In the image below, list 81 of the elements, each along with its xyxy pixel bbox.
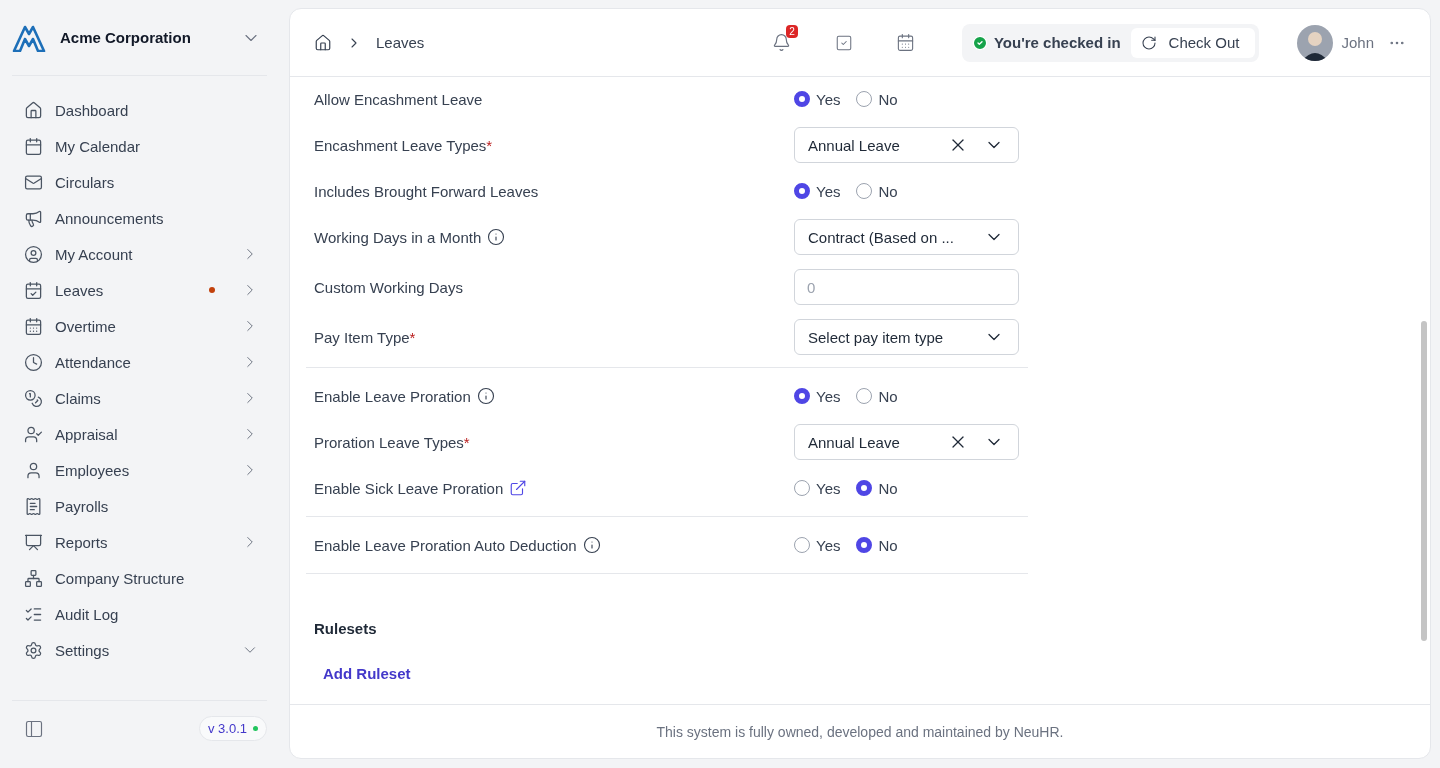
sidebar-item[interactable]: Overtime [12, 308, 267, 344]
version-badge: v 3.0.1 [198, 716, 267, 741]
sidebar-item[interactable]: Company Structure [12, 560, 267, 596]
radio-option[interactable]: No [856, 479, 898, 497]
radio-option[interactable]: No [856, 536, 898, 554]
sidebar-item[interactable]: Audit Log [12, 596, 267, 632]
network-icon [24, 568, 43, 588]
status-dot [253, 726, 258, 731]
presentation-icon [24, 532, 43, 552]
radio-option[interactable]: No [856, 90, 898, 108]
radio-option[interactable]: Yes [794, 479, 841, 497]
sidebar-item[interactable]: Attendance [12, 344, 267, 380]
breadcrumb-item[interactable]: Leaves [376, 34, 740, 51]
sidebar-item[interactable]: Claims [12, 380, 267, 416]
settings-icon [24, 640, 43, 660]
sidebar-toggle-icon[interactable] [24, 718, 44, 739]
field-label: Includes Brought Forward Leaves [314, 182, 539, 200]
add-ruleset-link[interactable]: Add Ruleset [323, 665, 411, 682]
radio-option[interactable]: No [856, 387, 898, 405]
sidebar-item[interactable]: Settings [12, 632, 267, 668]
sidebar-item[interactable]: Employees [12, 452, 267, 488]
notification-button[interactable]: 2 [761, 26, 802, 59]
home-icon [24, 100, 43, 120]
info-icon[interactable] [582, 536, 601, 554]
field-label: Enable Sick Leave Proration [314, 479, 528, 497]
select-field[interactable]: Select pay item type [794, 319, 1019, 355]
sidebar-item[interactable]: Circulars [12, 164, 267, 200]
select-field[interactable]: Annual Leave [794, 127, 1019, 163]
calendar-check-icon [24, 280, 43, 300]
select-field[interactable]: Annual Leave [794, 424, 1019, 460]
megaphone-icon [24, 208, 43, 228]
calendar-icon [24, 316, 43, 336]
check-in-status: You're checked in [965, 34, 1121, 51]
external-link-icon[interactable] [509, 479, 528, 497]
receipt-icon [24, 496, 43, 516]
check-circle-icon [971, 34, 988, 51]
logo-icon [12, 23, 46, 52]
notification-count: 2 [786, 24, 798, 38]
footer-text: This system is fully owned, developed and maintained by NeuHR. [290, 704, 1430, 758]
radio-option[interactable]: Yes [794, 536, 841, 554]
clock-icon [24, 352, 43, 372]
field-label: Allow Encashment Leave [314, 90, 483, 108]
sidebar-item[interactable]: My Calendar [12, 128, 267, 164]
user-icon [24, 460, 43, 480]
user-name[interactable]: John [1341, 34, 1374, 51]
field-label: Enable Leave Proration [314, 387, 495, 405]
field-label: Encashment Leave Types* [314, 136, 493, 154]
sidebar-item[interactable]: My Account [12, 236, 267, 272]
radio-option[interactable]: No [856, 182, 898, 200]
check-out-button[interactable]: Check Out [1130, 27, 1256, 58]
field-label: Pay Item Type* [314, 328, 416, 346]
user-circle-icon [24, 244, 43, 264]
sidebar-item[interactable]: Announcements [12, 200, 267, 236]
checkbox-icon [834, 33, 853, 52]
sidebar-item[interactable]: Dashboard [12, 92, 267, 128]
info-icon[interactable] [487, 228, 506, 246]
field-label: Proration Leave Types* [314, 433, 470, 451]
timer-icon [1140, 34, 1157, 51]
sidebar-item[interactable]: Payrolls [12, 488, 267, 524]
sidebar-item[interactable]: Reports [12, 524, 267, 560]
coins-icon [24, 388, 43, 408]
info-icon[interactable] [476, 387, 495, 405]
scrollbar[interactable] [1421, 321, 1427, 641]
select-field[interactable]: Contract (Based on ... [794, 219, 1019, 255]
radio-option[interactable]: Yes [794, 387, 841, 405]
company-name: Acme Corporation [60, 29, 192, 46]
field-label: Custom Working Days [314, 278, 463, 296]
calendar-icon [896, 33, 916, 52]
calendar-icon [24, 136, 43, 156]
sidebar-item[interactable]: Leaves [12, 272, 267, 308]
bell-icon [772, 33, 792, 52]
field-label: Enable Leave Proration Auto Deduction [314, 536, 601, 554]
user-check-icon [24, 424, 43, 444]
sidebar-item[interactable]: Appraisal [12, 416, 267, 452]
radio-option[interactable]: Yes [794, 90, 841, 108]
radio-option[interactable]: Yes [794, 182, 841, 200]
home-icon[interactable] [314, 33, 332, 52]
avatar[interactable] [1297, 24, 1334, 61]
field-label: Working Days in a Month [314, 228, 506, 246]
input-field[interactable]: 0 [794, 269, 1019, 305]
section-title: Rulesets [314, 620, 378, 637]
